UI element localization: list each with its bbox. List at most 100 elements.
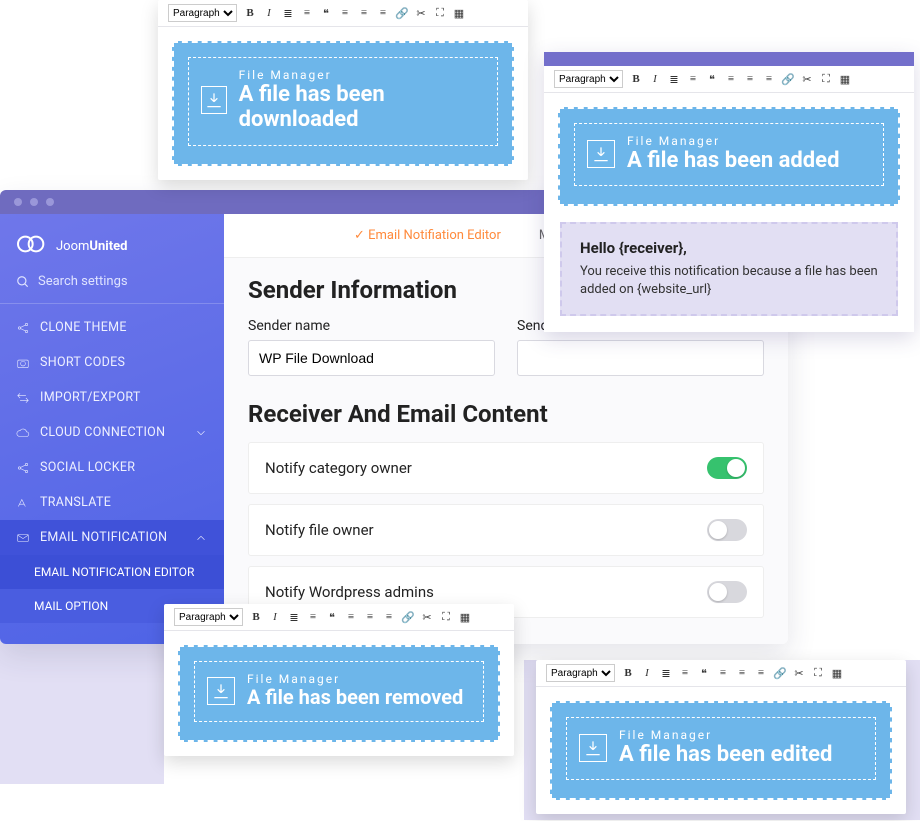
toggle-file-owner[interactable]	[707, 519, 747, 541]
banner-edited: File Manager A file has been edited	[550, 701, 892, 800]
numbered-list-icon[interactable]: ≡	[679, 667, 691, 679]
bullet-list-icon[interactable]: ≣	[282, 7, 294, 19]
logo-icon	[16, 232, 48, 256]
nav-short-codes[interactable]: SHORT CODES	[0, 345, 224, 380]
bold-icon[interactable]: B	[630, 73, 642, 85]
chevron-up-icon	[194, 531, 208, 545]
share-icon	[16, 321, 30, 335]
align-right-icon[interactable]: ≡	[377, 7, 389, 19]
italic-icon[interactable]: I	[649, 73, 661, 85]
search-settings[interactable]: Search settings	[0, 266, 224, 304]
link-icon[interactable]: 🔗	[774, 667, 786, 679]
preview-topbar	[544, 52, 914, 66]
receiver-title: Receiver And Email Content	[248, 400, 764, 428]
preview-card-added: Paragraph B I ≣ ≡ ❝ ≡ ≡ ≡ 🔗 ✂ ⛶ ▦ File M…	[544, 52, 914, 332]
editor-toolbar: Paragraph B I ≣ ≡ ❝ ≡ ≡ ≡ 🔗 ✂ ⛶ ▦	[544, 66, 914, 93]
download-icon	[201, 86, 227, 114]
bold-icon[interactable]: B	[250, 611, 262, 623]
align-left-icon[interactable]: ≡	[717, 667, 729, 679]
align-center-icon[interactable]: ≡	[736, 667, 748, 679]
download-icon	[207, 677, 235, 705]
link-icon[interactable]: 🔗	[396, 7, 408, 19]
editor-card-downloaded: Paragraph B I ≣ ≡ ❝ ≡ ≡ ≡ 🔗 ✂ ⛶ ▦ File M…	[158, 0, 528, 180]
grid-icon[interactable]: ▦	[459, 611, 471, 623]
unlink-icon[interactable]: ✂	[801, 73, 813, 85]
fullscreen-icon[interactable]: ⛶	[440, 611, 452, 623]
italic-icon[interactable]: I	[263, 7, 275, 19]
download-icon	[587, 140, 615, 168]
brand-text: JoomUnited	[56, 235, 127, 254]
translate-icon	[16, 496, 30, 510]
banner-headline: A file has been added	[627, 148, 839, 173]
sender-name-input[interactable]	[248, 340, 495, 376]
banner-kicker: File Manager	[619, 728, 832, 742]
nav-clone-theme[interactable]: CLONE THEME	[0, 310, 224, 345]
align-right-icon[interactable]: ≡	[383, 611, 395, 623]
align-left-icon[interactable]: ≡	[339, 7, 351, 19]
chevron-down-icon	[194, 426, 208, 440]
numbered-list-icon[interactable]: ≡	[687, 73, 699, 85]
align-right-icon[interactable]: ≡	[755, 667, 767, 679]
align-left-icon[interactable]: ≡	[345, 611, 357, 623]
nav-cloud-connection[interactable]: CLOUD CONNECTION	[0, 415, 224, 450]
unlink-icon[interactable]: ✂	[793, 667, 805, 679]
numbered-list-icon[interactable]: ≡	[301, 7, 313, 19]
unlink-icon[interactable]: ✂	[415, 7, 427, 19]
banner-headline: A file has been downloaded	[239, 82, 485, 133]
editor-toolbar: Paragraph B I ≣ ≡ ❝ ≡ ≡ ≡ 🔗 ✂ ⛶ ▦	[164, 604, 514, 631]
format-select[interactable]: Paragraph	[168, 4, 237, 22]
share-icon	[16, 461, 30, 475]
bullet-list-icon[interactable]: ≣	[288, 611, 300, 623]
align-center-icon[interactable]: ≡	[364, 611, 376, 623]
unlink-icon[interactable]: ✂	[421, 611, 433, 623]
grid-icon[interactable]: ▦	[453, 7, 465, 19]
sender-mail-input[interactable]	[517, 340, 764, 376]
align-center-icon[interactable]: ≡	[358, 7, 370, 19]
bullet-list-icon[interactable]: ≣	[668, 73, 680, 85]
format-select[interactable]: Paragraph	[546, 664, 615, 682]
banner-kicker: File Manager	[247, 672, 463, 686]
align-left-icon[interactable]: ≡	[725, 73, 737, 85]
editor-card-removed: Paragraph B I ≣ ≡ ❝ ≡ ≡ ≡ 🔗 ✂ ⛶ ▦ File M…	[164, 604, 514, 756]
grid-icon[interactable]: ▦	[839, 73, 851, 85]
swap-icon	[16, 391, 30, 405]
opt-notify-file-owner: Notify file owner	[248, 504, 764, 556]
tab-email-editor[interactable]: Email Notifiation Editor	[354, 228, 501, 243]
nav-import-export[interactable]: IMPORT/EXPORT	[0, 380, 224, 415]
toggle-wp-admin[interactable]	[707, 581, 747, 603]
nav-social-locker[interactable]: SOCIAL LOCKER	[0, 450, 224, 485]
fullscreen-icon[interactable]: ⛶	[812, 667, 824, 679]
brand: JoomUnited	[0, 214, 224, 266]
nav-translate[interactable]: TRANSLATE	[0, 485, 224, 520]
fullscreen-icon[interactable]: ⛶	[434, 7, 446, 19]
numbered-list-icon[interactable]: ≡	[307, 611, 319, 623]
toggle-cat-owner[interactable]	[707, 457, 747, 479]
banner-kicker: File Manager	[239, 68, 485, 82]
editor-card-edited: Paragraph B I ≣ ≡ ❝ ≡ ≡ ≡ 🔗 ✂ ⛶ ▦ File M…	[536, 660, 906, 814]
bold-icon[interactable]: B	[244, 7, 256, 19]
format-select[interactable]: Paragraph	[174, 608, 243, 626]
mail-icon	[16, 531, 30, 545]
align-right-icon[interactable]: ≡	[763, 73, 775, 85]
cloud-icon	[16, 426, 30, 440]
italic-icon[interactable]: I	[269, 611, 281, 623]
bullet-list-icon[interactable]: ≣	[660, 667, 672, 679]
subnav-email-editor[interactable]: EMAIL NOTIFICATION EDITOR	[0, 555, 224, 589]
align-center-icon[interactable]: ≡	[744, 73, 756, 85]
italic-icon[interactable]: I	[641, 667, 653, 679]
quote-icon[interactable]: ❝	[698, 667, 710, 679]
quote-icon[interactable]: ❝	[706, 73, 718, 85]
bold-icon[interactable]: B	[622, 667, 634, 679]
nav-email-notification[interactable]: EMAIL NOTIFICATION	[0, 520, 224, 555]
banner-headline: A file has been edited	[619, 742, 832, 767]
preview-body: Hello {receiver}, You receive this notif…	[560, 222, 898, 315]
preview-greeting: Hello {receiver},	[580, 239, 687, 257]
quote-icon[interactable]: ❝	[326, 611, 338, 623]
grid-icon[interactable]: ▦	[831, 667, 843, 679]
link-icon[interactable]: 🔗	[782, 73, 794, 85]
editor-toolbar: Paragraph B I ≣ ≡ ❝ ≡ ≡ ≡ 🔗 ✂ ⛶ ▦	[536, 660, 906, 687]
fullscreen-icon[interactable]: ⛶	[820, 73, 832, 85]
format-select[interactable]: Paragraph	[554, 70, 623, 88]
quote-icon[interactable]: ❝	[320, 7, 332, 19]
link-icon[interactable]: 🔗	[402, 611, 414, 623]
